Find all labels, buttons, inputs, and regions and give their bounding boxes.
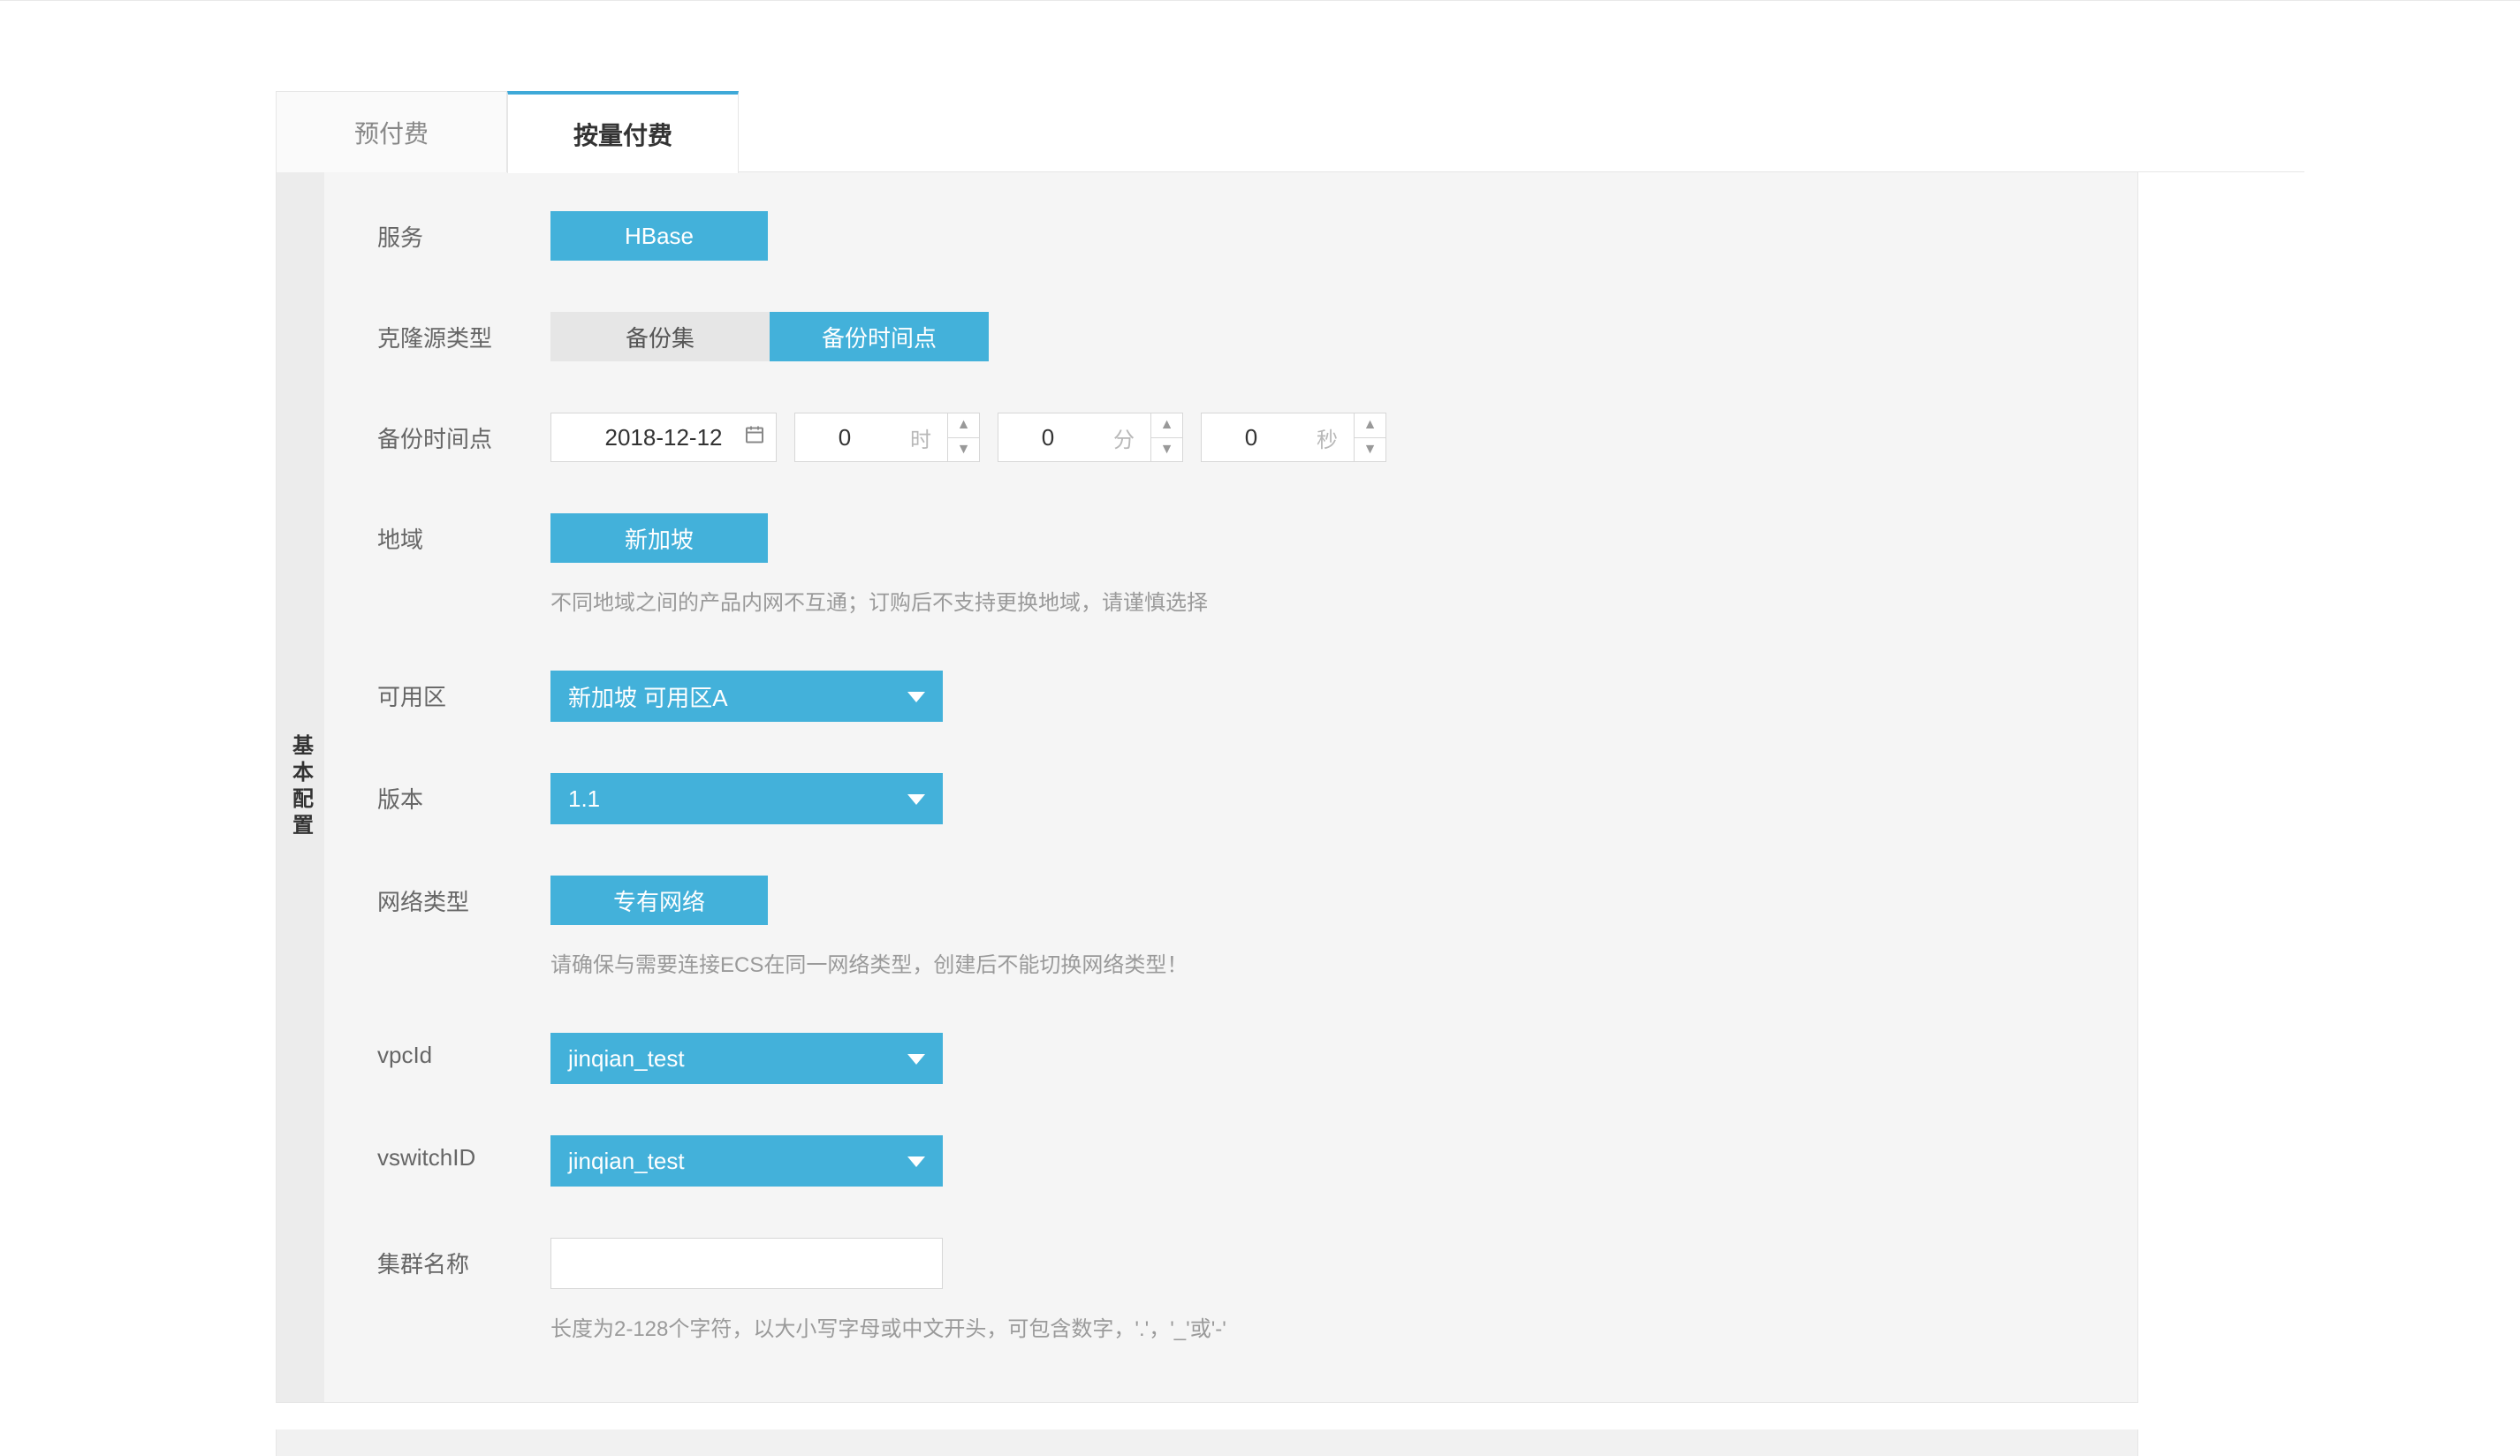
chevron-down-icon: [907, 690, 925, 702]
region-value[interactable]: 新加坡: [550, 513, 768, 563]
hour-spin-down[interactable]: ▼: [948, 438, 979, 462]
vpc-select[interactable]: jinqian_test: [550, 1033, 943, 1084]
backup-date-input[interactable]: 2018-12-12: [550, 413, 777, 462]
label-network-type: 网络类型: [377, 876, 550, 917]
label-zone: 可用区: [377, 671, 550, 712]
label-version: 版本: [377, 773, 550, 815]
hour-value[interactable]: [795, 413, 894, 461]
footer-strip: [276, 1429, 2138, 1456]
tab-postpaid[interactable]: 按量付费: [507, 91, 739, 173]
zone-select[interactable]: 新加坡 可用区A: [550, 671, 943, 722]
calendar-icon: [744, 424, 765, 451]
second-input[interactable]: 秒 ▲ ▼: [1201, 413, 1386, 462]
second-spin-down[interactable]: ▼: [1355, 438, 1385, 462]
label-vswitch: vswitchID: [377, 1135, 550, 1172]
network-type-hint: 请确保与需要连接ECS在同一网络类型，创建后不能切换网络类型！: [550, 950, 2084, 982]
second-value[interactable]: [1202, 413, 1301, 461]
billing-tabs: 预付费 按量付费: [276, 91, 2304, 172]
tab-prepaid[interactable]: 预付费: [276, 91, 507, 172]
label-clone-source: 克隆源类型: [377, 312, 550, 353]
minute-value[interactable]: [998, 413, 1097, 461]
cluster-name-input[interactable]: [550, 1238, 943, 1289]
cluster-name-hint: 长度为2-128个字符，以大小写字母或中文开头，可包含数字，'.'，'_'或'-…: [550, 1314, 2084, 1346]
version-value: 1.1: [568, 785, 600, 813]
clone-source-backuptime[interactable]: 备份时间点: [770, 312, 989, 361]
hour-unit: 时: [894, 422, 947, 453]
chevron-down-icon: [907, 792, 925, 805]
chevron-down-icon: [907, 1155, 925, 1167]
panel-side-label-text: 基本配置: [285, 734, 316, 840]
label-cluster-name: 集群名称: [377, 1238, 550, 1279]
minute-spin-up[interactable]: ▲: [1151, 413, 1182, 438]
hour-input[interactable]: 时 ▲ ▼: [794, 413, 980, 462]
panel-side-label: 基本配置: [277, 172, 324, 1402]
vpc-value: jinqian_test: [568, 1045, 685, 1073]
label-backup-time: 备份时间点: [377, 413, 550, 454]
second-spin-up[interactable]: ▲: [1355, 413, 1385, 438]
minute-input[interactable]: 分 ▲ ▼: [998, 413, 1183, 462]
vswitch-value: jinqian_test: [568, 1148, 685, 1175]
label-service: 服务: [377, 211, 550, 253]
hour-spin-up[interactable]: ▲: [948, 413, 979, 438]
minute-spin-down[interactable]: ▼: [1151, 438, 1182, 462]
version-select[interactable]: 1.1: [550, 773, 943, 824]
service-value[interactable]: HBase: [550, 211, 768, 261]
clone-source-backupset[interactable]: 备份集: [550, 312, 770, 361]
region-hint: 不同地域之间的产品内网不互通；订购后不支持更换地域，请谨慎选择: [550, 588, 2084, 619]
vswitch-select[interactable]: jinqian_test: [550, 1135, 943, 1187]
label-vpc: vpcId: [377, 1033, 550, 1069]
minute-unit: 分: [1097, 422, 1150, 453]
backup-date-value: 2018-12-12: [605, 424, 723, 451]
network-type-value[interactable]: 专有网络: [550, 876, 768, 925]
clone-source-toggle: 备份集 备份时间点: [550, 312, 2084, 361]
label-region: 地域: [377, 513, 550, 555]
chevron-down-icon: [907, 1052, 925, 1065]
second-unit: 秒: [1301, 422, 1354, 453]
zone-value: 新加坡 可用区A: [568, 680, 728, 713]
basic-config-panel: 基本配置 服务 HBase 克隆源类型 备份集 备份时间点: [276, 172, 2138, 1403]
